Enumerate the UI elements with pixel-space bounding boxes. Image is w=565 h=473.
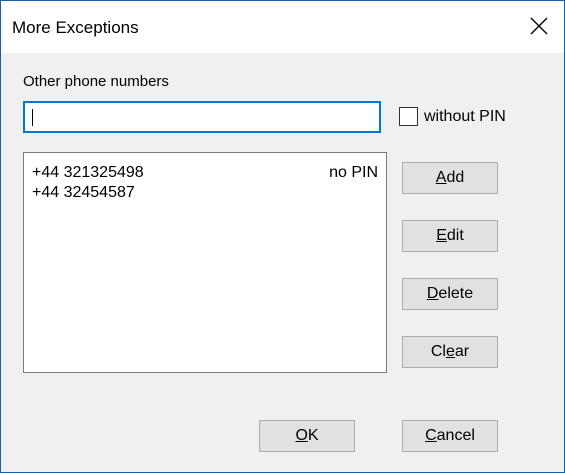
- add-button[interactable]: Add: [402, 162, 498, 194]
- dialog-title: More Exceptions: [12, 18, 139, 37]
- clear-button-label-start: Cl: [430, 343, 446, 360]
- phone-number-input[interactable]: [23, 101, 381, 133]
- cancel-button[interactable]: Cancel: [402, 420, 498, 452]
- add-button-label: dd: [446, 169, 465, 186]
- phone-numbers-list[interactable]: +44 321325498 no PIN +44 32454587: [23, 152, 387, 373]
- edit-button-mnemonic: E: [436, 227, 447, 244]
- edit-button[interactable]: Edit: [402, 220, 498, 252]
- clear-button[interactable]: Clear: [402, 336, 498, 368]
- title-bar: More Exceptions: [1, 1, 564, 53]
- more-exceptions-dialog: More Exceptions Other phone numbers with…: [0, 0, 565, 473]
- cancel-button-label: ancel: [436, 427, 475, 444]
- delete-button[interactable]: Delete: [402, 278, 498, 310]
- cancel-button-mnemonic: C: [425, 427, 437, 444]
- without-pin-option[interactable]: without PIN: [399, 107, 506, 126]
- ok-button[interactable]: OK: [259, 420, 355, 452]
- ok-button-label: K: [307, 427, 319, 444]
- ok-button-mnemonic: O: [295, 427, 308, 444]
- text-caret: [32, 109, 33, 126]
- delete-button-mnemonic: D: [426, 285, 439, 302]
- list-item-pin-status: no PIN: [329, 164, 378, 181]
- without-pin-label: without PIN: [424, 107, 506, 125]
- list-item-number: +44 32454587: [32, 184, 135, 201]
- delete-button-label: elete: [438, 285, 474, 302]
- add-button-mnemonic: A: [435, 169, 447, 186]
- without-pin-checkbox[interactable]: [399, 107, 418, 126]
- clear-button-mnemonic: e: [445, 343, 455, 360]
- clear-button-label-end: ar: [454, 343, 470, 360]
- list-item-number: +44 321325498: [32, 164, 144, 181]
- edit-button-label: dit: [446, 227, 464, 244]
- close-icon[interactable]: [528, 15, 550, 37]
- other-phone-numbers-label: Other phone numbers: [23, 73, 169, 90]
